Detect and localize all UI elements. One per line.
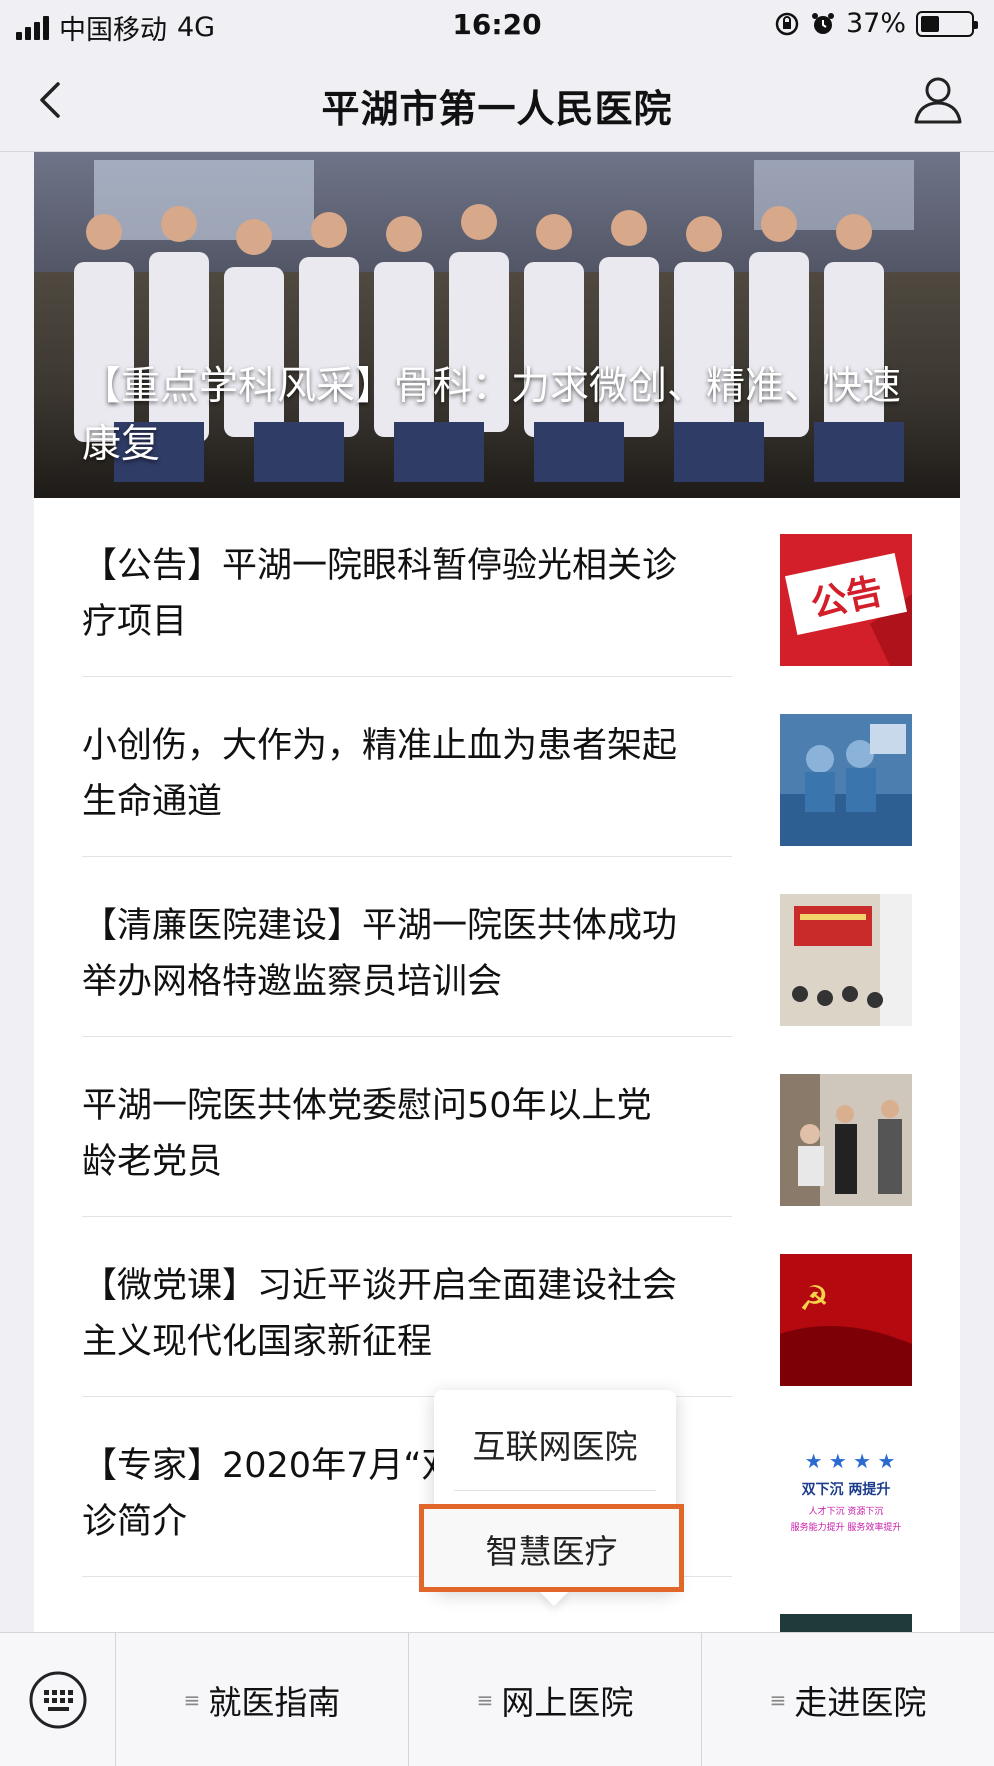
news-thumbnail-experts: ★ ★ ★ ★ 双下沉 两提升 人才下沉 资源下沉 服务能力提升 服务效率提升 xyxy=(780,1434,912,1566)
menu-label: 网上医院 xyxy=(501,1683,634,1722)
bottom-menu: ≡ 就医指南 ≡ 网上医院 ≡ 走进医院 xyxy=(0,1632,994,1766)
news-title: 【微党课】习近平谈开启全面建设社会主义现代化国家新征程 xyxy=(82,1266,678,1362)
menu-separator xyxy=(454,1490,656,1491)
rotation-lock-icon xyxy=(775,12,799,35)
news-item[interactable]: 小创伤，大作为，精准止血为患者架起生命通道 xyxy=(34,678,960,858)
news-title: 小创伤，大作为，精准止血为患者架起生命通道 xyxy=(82,726,678,822)
keyboard-icon xyxy=(29,1671,87,1729)
user-icon[interactable] xyxy=(912,74,964,126)
nav-bar: 平湖市第一人民医院 xyxy=(0,50,994,152)
news-thumbnail-party-flag: ☭ xyxy=(780,1254,912,1386)
menu-medical-guide[interactable]: ≡ 就医指南 xyxy=(116,1633,409,1766)
menu-online-hospital[interactable]: ≡ 网上医院 xyxy=(409,1633,702,1766)
thumb-line-1: 人才下沉 资源下沉 xyxy=(809,1505,884,1517)
svg-text:☭: ☭ xyxy=(799,1279,829,1319)
divider xyxy=(82,856,732,857)
divider xyxy=(82,1036,732,1037)
menu-lines-icon: ≡ xyxy=(769,1688,787,1712)
news-thumbnail-surgery xyxy=(780,714,912,846)
menu-item-smart-medical[interactable]: 智慧医疗 xyxy=(419,1504,684,1592)
divider xyxy=(82,1216,732,1217)
menu-label: 就医指南 xyxy=(208,1683,341,1722)
menu-item-smart-medical-label: 智慧医疗 xyxy=(485,1532,618,1571)
page-title: 平湖市第一人民医院 xyxy=(321,87,673,131)
news-item[interactable]: 【公告】平湖一院眼科暂停验光相关诊疗项目 公告 xyxy=(34,498,960,678)
divider xyxy=(82,676,732,677)
thumb-heading: 双下沉 两提升 xyxy=(802,1481,891,1498)
menu-lines-icon: ≡ xyxy=(183,1688,201,1712)
alarm-icon xyxy=(811,12,834,34)
battery-percent: 37% xyxy=(845,8,906,39)
news-title: 【清廉医院建设】平湖一院医共体成功举办网格特邀监察员培训会 xyxy=(82,906,678,1002)
news-title: 平湖一院医共体党委慰问50年以上党龄老党员 xyxy=(82,1086,652,1182)
news-thumbnail-meeting xyxy=(780,894,912,1026)
keyboard-toggle[interactable] xyxy=(0,1633,116,1766)
hero-banner[interactable]: 【重点学科风采】骨科：力求微创、精准、快速康复 xyxy=(34,152,960,498)
battery-icon xyxy=(916,10,978,37)
status-right: 37% xyxy=(774,8,978,39)
status-bar: 中国移动 4G 16:20 37% xyxy=(0,0,994,50)
menu-item-internet-hospital[interactable]: 互联网医院 xyxy=(434,1420,676,1468)
news-item[interactable]: 平湖一院医共体党委慰问50年以上党龄老党员 xyxy=(34,1038,960,1218)
menu-label: 走进医院 xyxy=(794,1683,927,1722)
news-title: 【公告】平湖一院眼科暂停验光相关诊疗项目 xyxy=(82,546,678,642)
hero-caption: 【重点学科风采】骨科：力求微创、精准、快速康复 xyxy=(82,364,902,467)
menu-about-hospital[interactable]: ≡ 走进医院 xyxy=(702,1633,994,1766)
news-item[interactable]: 【微党课】习近平谈开启全面建设社会主义现代化国家新征程 ☭ xyxy=(34,1218,960,1398)
news-thumbnail-partial xyxy=(780,1614,912,1632)
news-thumbnail-announcement: 公告 xyxy=(780,534,912,666)
thumb-line-2: 服务能力提升 服务效率提升 xyxy=(791,1521,902,1533)
news-thumbnail-visit xyxy=(780,1074,912,1206)
news-item[interactable]: 【清廉医院建设】平湖一院医共体成功举办网格特邀监察员培训会 xyxy=(34,858,960,1038)
svg-text:★ ★ ★ ★: ★ ★ ★ ★ xyxy=(805,1449,896,1473)
menu-lines-icon: ≡ xyxy=(476,1688,494,1712)
